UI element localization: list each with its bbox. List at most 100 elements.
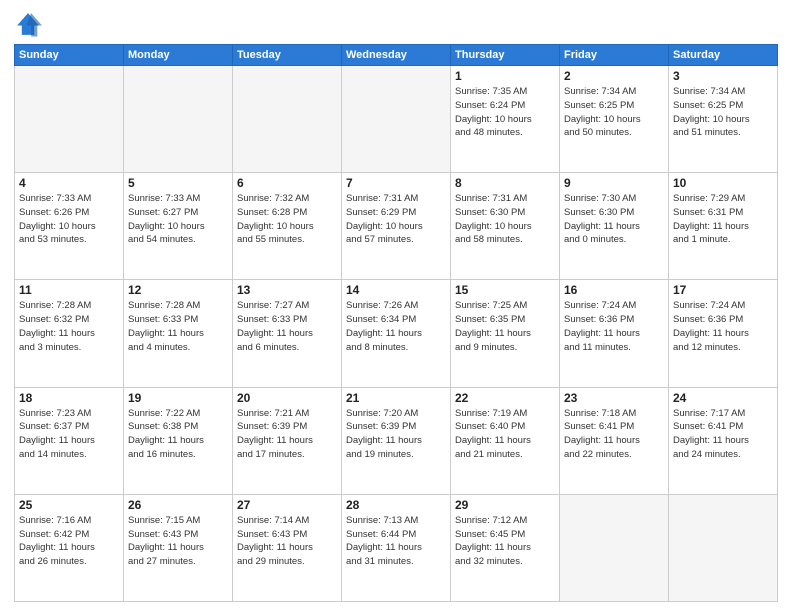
day-info: Sunrise: 7:17 AMSunset: 6:41 PMDaylight:…	[673, 407, 773, 462]
day-info: Sunrise: 7:24 AMSunset: 6:36 PMDaylight:…	[673, 299, 773, 354]
day-number: 9	[564, 176, 664, 190]
day-cell-1	[124, 66, 233, 173]
day-info: Sunrise: 7:27 AMSunset: 6:33 PMDaylight:…	[237, 299, 337, 354]
day-info: Sunrise: 7:34 AMSunset: 6:25 PMDaylight:…	[564, 85, 664, 140]
day-cell-27: 24 Sunrise: 7:17 AMSunset: 6:41 PMDayligh…	[669, 387, 778, 494]
day-header-sunday: Sunday	[15, 45, 124, 66]
day-number: 22	[455, 391, 555, 405]
day-info: Sunrise: 7:31 AMSunset: 6:29 PMDaylight:…	[346, 192, 446, 247]
day-number: 11	[19, 283, 119, 297]
day-info: Sunrise: 7:16 AMSunset: 6:42 PMDaylight:…	[19, 514, 119, 569]
day-cell-33	[560, 494, 669, 601]
week-row-1: 1 Sunrise: 7:35 AMSunset: 6:24 PMDaylight…	[15, 66, 778, 173]
day-info: Sunrise: 7:22 AMSunset: 6:38 PMDaylight:…	[128, 407, 228, 462]
header	[14, 10, 778, 38]
day-cell-2	[233, 66, 342, 173]
day-cell-24: 21 Sunrise: 7:20 AMSunset: 6:39 PMDayligh…	[342, 387, 451, 494]
day-number: 18	[19, 391, 119, 405]
day-cell-30: 27 Sunrise: 7:14 AMSunset: 6:43 PMDayligh…	[233, 494, 342, 601]
day-info: Sunrise: 7:30 AMSunset: 6:30 PMDaylight:…	[564, 192, 664, 247]
day-number: 17	[673, 283, 773, 297]
day-header-wednesday: Wednesday	[342, 45, 451, 66]
day-number: 5	[128, 176, 228, 190]
day-number: 7	[346, 176, 446, 190]
day-cell-16: 13 Sunrise: 7:27 AMSunset: 6:33 PMDayligh…	[233, 280, 342, 387]
day-info: Sunrise: 7:20 AMSunset: 6:39 PMDaylight:…	[346, 407, 446, 462]
day-cell-3	[342, 66, 451, 173]
week-row-4: 18 Sunrise: 7:23 AMSunset: 6:37 PMDayligh…	[15, 387, 778, 494]
day-number: 16	[564, 283, 664, 297]
day-cell-10: 7 Sunrise: 7:31 AMSunset: 6:29 PMDaylight…	[342, 173, 451, 280]
day-info: Sunrise: 7:28 AMSunset: 6:33 PMDaylight:…	[128, 299, 228, 354]
logo-icon	[14, 10, 42, 38]
day-number: 1	[455, 69, 555, 83]
day-info: Sunrise: 7:31 AMSunset: 6:30 PMDaylight:…	[455, 192, 555, 247]
logo	[14, 10, 46, 38]
day-cell-19: 16 Sunrise: 7:24 AMSunset: 6:36 PMDayligh…	[560, 280, 669, 387]
day-number: 3	[673, 69, 773, 83]
day-info: Sunrise: 7:26 AMSunset: 6:34 PMDaylight:…	[346, 299, 446, 354]
day-number: 4	[19, 176, 119, 190]
day-number: 27	[237, 498, 337, 512]
day-info: Sunrise: 7:15 AMSunset: 6:43 PMDaylight:…	[128, 514, 228, 569]
week-row-2: 4 Sunrise: 7:33 AMSunset: 6:26 PMDaylight…	[15, 173, 778, 280]
day-number: 26	[128, 498, 228, 512]
day-cell-20: 17 Sunrise: 7:24 AMSunset: 6:36 PMDayligh…	[669, 280, 778, 387]
day-cell-25: 22 Sunrise: 7:19 AMSunset: 6:40 PMDayligh…	[451, 387, 560, 494]
day-cell-11: 8 Sunrise: 7:31 AMSunset: 6:30 PMDaylight…	[451, 173, 560, 280]
day-cell-13: 10 Sunrise: 7:29 AMSunset: 6:31 PMDayligh…	[669, 173, 778, 280]
day-cell-29: 26 Sunrise: 7:15 AMSunset: 6:43 PMDayligh…	[124, 494, 233, 601]
day-cell-0	[15, 66, 124, 173]
day-number: 12	[128, 283, 228, 297]
day-number: 28	[346, 498, 446, 512]
day-number: 25	[19, 498, 119, 512]
day-info: Sunrise: 7:32 AMSunset: 6:28 PMDaylight:…	[237, 192, 337, 247]
day-info: Sunrise: 7:23 AMSunset: 6:37 PMDaylight:…	[19, 407, 119, 462]
day-cell-18: 15Sunrise: 7:25 AMSunset: 6:35 PMDayligh…	[451, 280, 560, 387]
day-number: 8	[455, 176, 555, 190]
day-cell-12: 9 Sunrise: 7:30 AMSunset: 6:30 PMDaylight…	[560, 173, 669, 280]
day-header-monday: Monday	[124, 45, 233, 66]
day-cell-8: 5Sunrise: 7:33 AMSunset: 6:27 PMDaylight…	[124, 173, 233, 280]
day-number: 20	[237, 391, 337, 405]
week-row-3: 11Sunrise: 7:28 AMSunset: 6:32 PMDayligh…	[15, 280, 778, 387]
calendar-header-row: SundayMondayTuesdayWednesdayThursdayFrid…	[15, 45, 778, 66]
day-number: 21	[346, 391, 446, 405]
day-info: Sunrise: 7:12 AMSunset: 6:45 PMDaylight:…	[455, 514, 555, 569]
day-info: Sunrise: 7:25 AMSunset: 6:35 PMDaylight:…	[455, 299, 555, 354]
day-cell-17: 14 Sunrise: 7:26 AMSunset: 6:34 PMDayligh…	[342, 280, 451, 387]
day-number: 10	[673, 176, 773, 190]
page: SundayMondayTuesdayWednesdayThursdayFrid…	[0, 0, 792, 612]
day-cell-6: 3Sunrise: 7:34 AMSunset: 6:25 PMDaylight…	[669, 66, 778, 173]
day-info: Sunrise: 7:24 AMSunset: 6:36 PMDaylight:…	[564, 299, 664, 354]
day-cell-21: 18 Sunrise: 7:23 AMSunset: 6:37 PMDayligh…	[15, 387, 124, 494]
day-cell-7: 4 Sunrise: 7:33 AMSunset: 6:26 PMDaylight…	[15, 173, 124, 280]
day-cell-32: 29 Sunrise: 7:12 AMSunset: 6:45 PMDayligh…	[451, 494, 560, 601]
week-row-5: 25 Sunrise: 7:16 AMSunset: 6:42 PMDayligh…	[15, 494, 778, 601]
day-number: 13	[237, 283, 337, 297]
day-cell-14: 11Sunrise: 7:28 AMSunset: 6:32 PMDayligh…	[15, 280, 124, 387]
calendar: SundayMondayTuesdayWednesdayThursdayFrid…	[14, 44, 778, 602]
day-number: 2	[564, 69, 664, 83]
day-number: 23	[564, 391, 664, 405]
day-info: Sunrise: 7:35 AMSunset: 6:24 PMDaylight:…	[455, 85, 555, 140]
day-cell-28: 25 Sunrise: 7:16 AMSunset: 6:42 PMDayligh…	[15, 494, 124, 601]
day-info: Sunrise: 7:21 AMSunset: 6:39 PMDaylight:…	[237, 407, 337, 462]
day-number: 24	[673, 391, 773, 405]
day-header-thursday: Thursday	[451, 45, 560, 66]
day-header-tuesday: Tuesday	[233, 45, 342, 66]
day-cell-9: 6 Sunrise: 7:32 AMSunset: 6:28 PMDaylight…	[233, 173, 342, 280]
day-info: Sunrise: 7:19 AMSunset: 6:40 PMDaylight:…	[455, 407, 555, 462]
day-number: 6	[237, 176, 337, 190]
day-info: Sunrise: 7:14 AMSunset: 6:43 PMDaylight:…	[237, 514, 337, 569]
day-cell-31: 28Sunrise: 7:13 AMSunset: 6:44 PMDayligh…	[342, 494, 451, 601]
day-number: 19	[128, 391, 228, 405]
day-number: 29	[455, 498, 555, 512]
day-cell-23: 20 Sunrise: 7:21 AMSunset: 6:39 PMDayligh…	[233, 387, 342, 494]
day-info: Sunrise: 7:29 AMSunset: 6:31 PMDaylight:…	[673, 192, 773, 247]
day-cell-34	[669, 494, 778, 601]
day-info: Sunrise: 7:18 AMSunset: 6:41 PMDaylight:…	[564, 407, 664, 462]
day-number: 14	[346, 283, 446, 297]
day-header-friday: Friday	[560, 45, 669, 66]
day-info: Sunrise: 7:33 AMSunset: 6:26 PMDaylight:…	[19, 192, 119, 247]
